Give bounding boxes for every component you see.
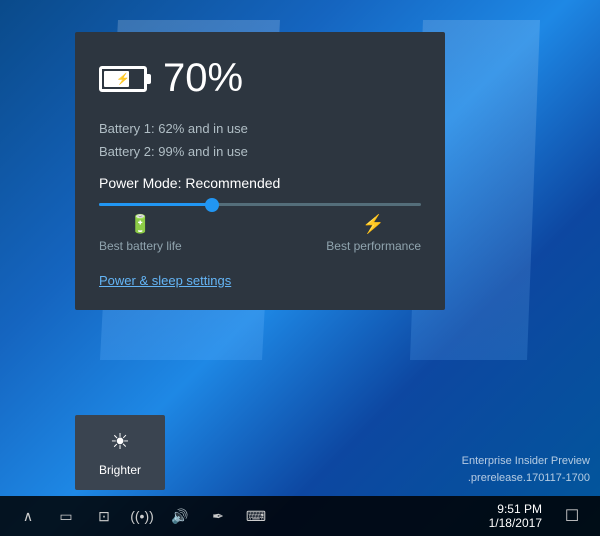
battery-icon: ⚡ (99, 66, 147, 92)
taskbar-right: 9:51 PM 1/18/2017 ☐ (483, 498, 600, 534)
show-hidden-icons-button[interactable]: ∧ (10, 498, 46, 534)
battery-header: ⚡ 70% (99, 56, 421, 101)
taskbar: ∧ ▭ ⊡ ((•)) 🔊 ✒ ⌨ 9:51 PM 1/18/2017 (0, 496, 600, 536)
battery-small-icon: ▭ (59, 508, 72, 525)
volume-tray-icon[interactable]: 🔊 (162, 498, 198, 534)
speaker-icon: 🔊 (171, 508, 188, 525)
performance-label: Best performance (326, 239, 421, 253)
notification-center-button[interactable]: ☐ (554, 498, 590, 534)
slider-fill (99, 203, 212, 206)
power-settings-link[interactable]: Power & sleep settings (99, 273, 231, 288)
battery-charge-icon: ⚡ (116, 72, 130, 85)
battery-life-icon: 🔋 (129, 214, 151, 235)
clock-area[interactable]: 9:51 PM 1/18/2017 (483, 502, 548, 530)
battery1-detail: Battery 1: 62% and in use (99, 121, 421, 136)
battery-life-label: Best battery life (99, 239, 182, 253)
battery-icon-wrap: ⚡ (99, 66, 147, 92)
performance-icon: ⚡ (362, 214, 384, 235)
power-label-right: ⚡ Best performance (326, 214, 421, 253)
clock-date: 1/18/2017 (489, 516, 542, 530)
keyboard-tray-icon[interactable]: ⌨ (238, 498, 274, 534)
display-tray-icon[interactable]: ⊡ (86, 498, 122, 534)
battery-panel: ⚡ 70% Battery 1: 62% and in use Battery … (75, 32, 445, 310)
keyboard-icon: ⌨ (246, 508, 266, 525)
chevron-up-icon: ∧ (23, 508, 33, 525)
battery-tray-icon[interactable]: ▭ (48, 498, 84, 534)
pen-icon: ✒ (212, 508, 224, 525)
wifi-icon: ((•)) (130, 508, 154, 524)
slider-track (99, 203, 421, 206)
input-tray-icon[interactable]: ✒ (200, 498, 236, 534)
brighter-button[interactable]: ☀ Brighter (75, 415, 165, 490)
power-mode-label: Power Mode: Recommended (99, 175, 421, 191)
watermark-line2: .prerelease.170117-1700 (462, 470, 590, 487)
notification-icon: ☐ (565, 506, 579, 526)
battery2-detail: Battery 2: 99% and in use (99, 144, 421, 159)
display-icon: ⊡ (98, 508, 110, 525)
network-tray-icon[interactable]: ((•)) (124, 498, 160, 534)
brighter-label: Brighter (99, 463, 141, 477)
watermark: Enterprise Insider Preview .prerelease.1… (462, 453, 590, 486)
battery-percent: 70% (163, 56, 243, 101)
taskbar-left: ∧ ▭ ⊡ ((•)) 🔊 ✒ ⌨ (0, 498, 274, 534)
power-label-left: 🔋 Best battery life (99, 214, 182, 253)
slider-thumb[interactable] (205, 198, 219, 212)
power-labels: 🔋 Best battery life ⚡ Best performance (99, 214, 421, 253)
clock-time: 9:51 PM (497, 502, 542, 516)
watermark-line1: Enterprise Insider Preview (462, 453, 590, 470)
power-slider-container[interactable] (99, 203, 421, 206)
brightness-icon: ☀ (110, 429, 130, 455)
